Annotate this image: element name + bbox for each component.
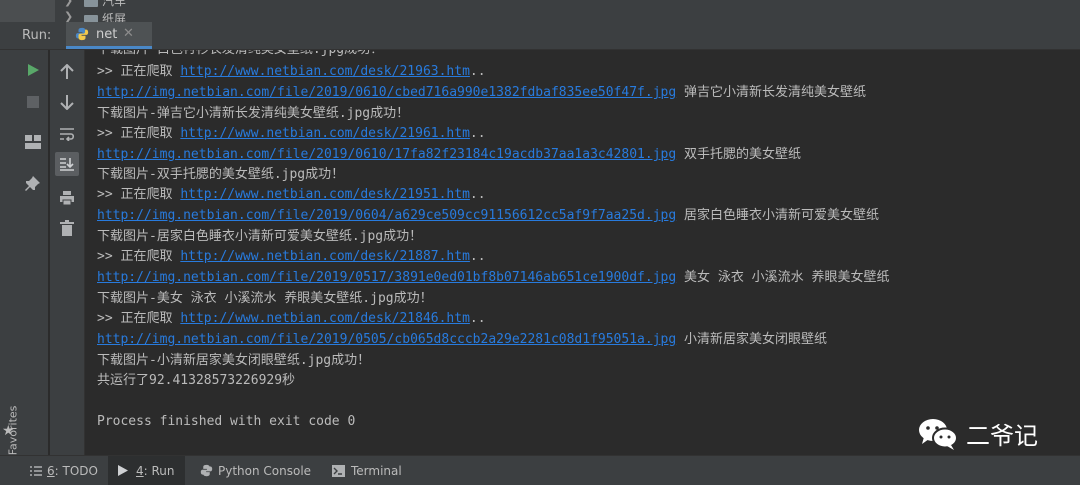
console-line: 下载图片-美女 泳衣 小溪流水 养眼美女壁纸.jpg成功！: [97, 291, 433, 306]
close-icon[interactable]: ✕: [123, 26, 134, 41]
console-line: 共运行了92.41328573226929秒: [97, 373, 296, 388]
stop-icon[interactable]: [23, 92, 43, 112]
print-icon[interactable]: [57, 188, 77, 208]
console-line: 下载图片-白色衬衫长发清纯美女壁纸.jpg成功！: [97, 50, 383, 60]
run-toolbar-secondary: [50, 50, 85, 455]
console-link[interactable]: http://www.netbian.com/desk/21846.htm: [180, 311, 470, 326]
bottom-tool-bar: 6: TODO 4: Run Python Console Terminal: [0, 455, 1080, 485]
run-tab-label: net: [96, 27, 118, 42]
console-link[interactable]: http://img.netbian.com/file/2019/0604/a6…: [97, 208, 676, 223]
watermark-text: 二爷记: [966, 422, 1038, 450]
console-line: Process finished with exit code 0: [97, 414, 356, 429]
run-tab[interactable]: 4: Run: [108, 456, 185, 485]
trash-icon[interactable]: [57, 218, 77, 238]
folder-icon: [84, 0, 98, 7]
console-line: http://img.netbian.com/file/2019/0517/38…: [97, 270, 890, 285]
console-link[interactable]: http://www.netbian.com/desk/21961.htm: [180, 126, 470, 141]
scroll-to-end-icon[interactable]: [55, 152, 79, 176]
console-line: http://img.netbian.com/file/2019/0610/cb…: [97, 85, 867, 100]
console-line: >> 正在爬取 http://www.netbian.com/desk/2184…: [97, 311, 486, 326]
soft-wrap-icon[interactable]: [57, 124, 77, 144]
console-link[interactable]: http://img.netbian.com/file/2019/0505/cb…: [97, 332, 676, 347]
console-link[interactable]: http://www.netbian.com/desk/21951.htm: [180, 187, 470, 202]
console-output[interactable]: 下载图片-白色衬衫长发清纯美女壁纸.jpg成功！ >> 正在爬取 http://w…: [85, 50, 1080, 455]
console-line: 下载图片-双手托腮的美女壁纸.jpg成功！: [97, 167, 345, 182]
console-link[interactable]: http://img.netbian.com/file/2019/0517/38…: [97, 270, 676, 285]
project-tree-item[interactable]: 汽车: [84, 0, 126, 9]
console-line: http://img.netbian.com/file/2019/0505/cb…: [97, 332, 828, 347]
project-tree-strip: ❯ 汽车 ❯ 纸屏: [0, 0, 1080, 26]
terminal-icon: [332, 464, 345, 477]
console-link[interactable]: http://www.netbian.com/desk/21963.htm: [180, 64, 470, 79]
play-icon: [118, 465, 128, 476]
console-line: http://img.netbian.com/file/2019/0610/17…: [97, 147, 802, 162]
python-console-tab[interactable]: Python Console: [194, 456, 317, 485]
arrow-up-icon[interactable]: [57, 62, 77, 82]
console-line: 下载图片-居家白色睡衣小清新可爱美女壁纸.jpg成功！: [97, 229, 423, 244]
wechat-icon: [919, 418, 958, 450]
arrow-down-icon[interactable]: [57, 92, 77, 112]
console-link[interactable]: http://img.netbian.com/file/2019/0610/17…: [97, 147, 676, 162]
run-tool-window-header: Run: net ✕: [0, 22, 1080, 50]
run-tab-net[interactable]: net ✕: [66, 22, 152, 49]
rerun-icon[interactable]: [23, 60, 43, 80]
console-line: 下载图片-弹吉它小清新长发清纯美女壁纸.jpg成功！: [97, 106, 410, 121]
python-icon: [75, 27, 89, 41]
console-line: http://img.netbian.com/file/2019/0604/a6…: [97, 208, 880, 223]
todo-tab[interactable]: 6: TODO: [22, 456, 106, 485]
star-icon[interactable]: ★: [2, 423, 15, 439]
console-line: 下载图片-小清新居家美女闭眼壁纸.jpg成功！: [97, 353, 371, 368]
wechat-watermark: 二爷记: [918, 416, 1038, 451]
console-line: >> 正在爬取 http://www.netbian.com/desk/2196…: [97, 126, 486, 141]
python-icon: [200, 464, 213, 477]
run-label: Run:: [22, 28, 52, 43]
chevron-right-icon[interactable]: ❯: [64, 0, 73, 7]
pin-icon[interactable]: [23, 174, 43, 194]
project-tree-selection: [0, 0, 55, 22]
console-line: >> 正在爬取 http://www.netbian.com/desk/2196…: [97, 64, 486, 79]
run-toolbar-primary: [20, 50, 48, 455]
console-link[interactable]: http://img.netbian.com/file/2019/0610/cb…: [97, 85, 676, 100]
list-icon: [30, 465, 42, 476]
left-tool-stripe: 2: Favorites ★: [0, 50, 20, 470]
console-link[interactable]: http://www.netbian.com/desk/21887.htm: [180, 249, 470, 264]
terminal-tab[interactable]: Terminal: [326, 456, 408, 485]
console-line: >> 正在爬取 http://www.netbian.com/desk/2195…: [97, 187, 486, 202]
console-line: >> 正在爬取 http://www.netbian.com/desk/2188…: [97, 249, 486, 264]
layout-icon[interactable]: [23, 132, 43, 152]
